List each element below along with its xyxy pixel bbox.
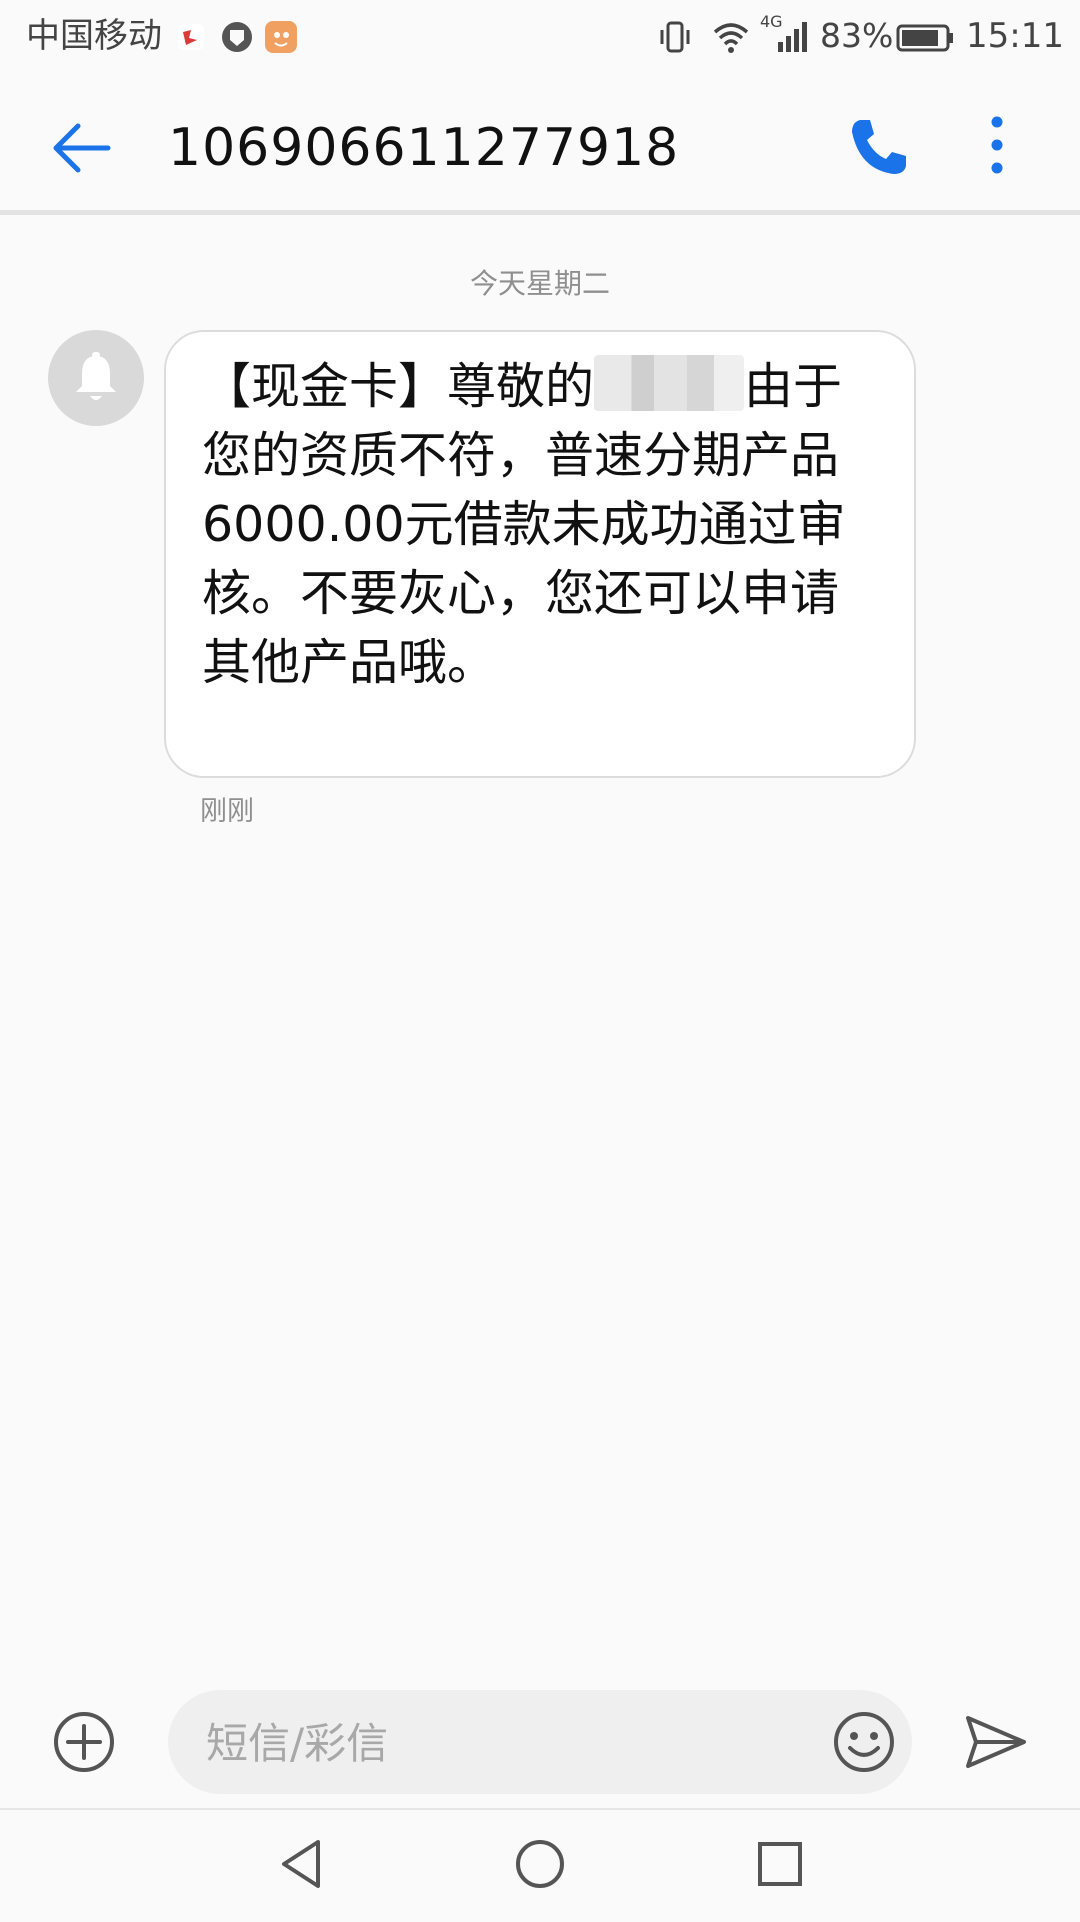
phone-icon[interactable] [846, 114, 912, 180]
shield-notification-icon [222, 22, 252, 52]
notification-app-icon [178, 24, 204, 50]
message-bubble[interactable]: 【现金卡】尊敬的 由于您的资质不符，普速分期产品6000.00元借款未成功通过审核… [164, 330, 916, 778]
nav-recents-icon[interactable] [752, 1834, 808, 1894]
date-separator: 今天星期二 [469, 267, 610, 300]
clock: 15:11 [966, 16, 1064, 56]
message-text-part-1: 【现金卡】尊敬的 [202, 358, 595, 415]
message-text: 【现金卡】尊敬的 由于您的资质不符，普速分期产品6000.00元借款未成功通过审核… [202, 352, 862, 697]
conversation-title: 106906611277918 [168, 118, 680, 178]
smiley-icon[interactable] [832, 1710, 896, 1774]
carrier-label: 中国移动 [26, 16, 162, 56]
message-input[interactable] [204, 1710, 768, 1776]
message-timestamp: 刚刚 [200, 796, 254, 827]
redacted-name-mask [594, 355, 745, 411]
more-vertical-icon[interactable] [974, 112, 1020, 178]
navigation-bar [0, 1808, 1080, 1922]
wifi-icon [713, 23, 749, 53]
send-icon[interactable] [962, 1710, 1030, 1774]
status-bar: 中国移动 4G 83% 15:11 [0, 0, 1080, 76]
battery-percentage: 83% [820, 16, 894, 55]
nav-home-icon[interactable] [512, 1834, 568, 1894]
bell-icon [76, 352, 116, 400]
message-input-container[interactable] [168, 1690, 912, 1794]
signal-strength-icon [778, 22, 807, 52]
avatar [48, 330, 144, 426]
app-bar: 106906611277918 [0, 76, 1080, 215]
arrow-left-icon[interactable] [50, 116, 114, 180]
app-notification-icon [265, 21, 297, 53]
nav-back-icon[interactable] [274, 1834, 330, 1894]
add-circle-icon[interactable] [52, 1710, 116, 1774]
vibrate-icon [660, 21, 690, 53]
composer-bar [0, 1680, 1080, 1806]
battery-icon [896, 24, 953, 52]
